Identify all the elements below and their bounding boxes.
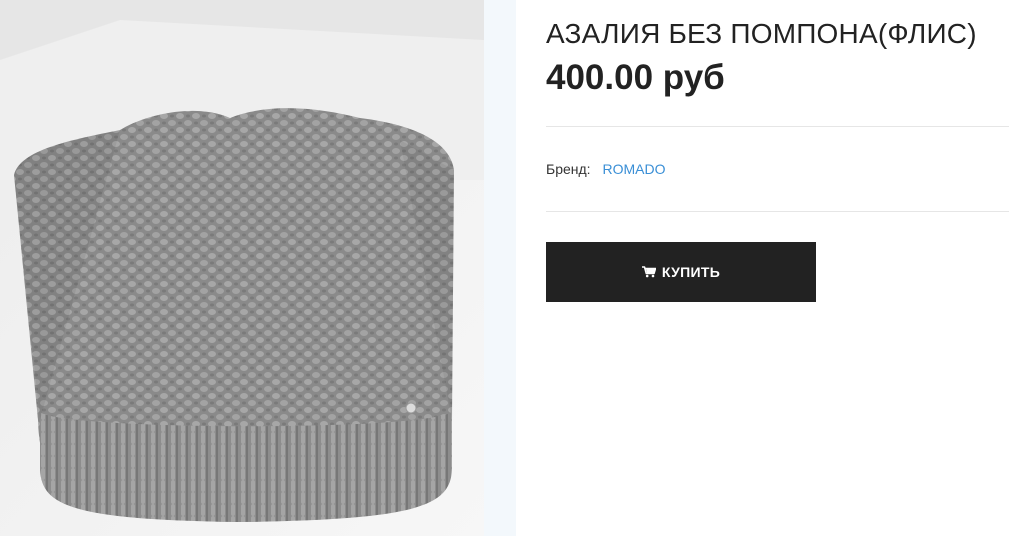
shopping-cart-icon [641,266,656,278]
brand-link[interactable]: ROMADO [602,161,665,177]
product-title: АЗАЛИЯ БЕЗ ПОМПОНА(ФЛИС) [546,18,977,49]
buy-button[interactable]: КУПИТЬ [546,242,816,302]
product-info: АЗАЛИЯ БЕЗ ПОМПОНА(ФЛИС) 400.00 руб Брен… [546,0,1009,536]
brand-row: Бренд: ROMADO [546,161,665,177]
image-side-strip [484,0,516,536]
divider [546,211,1009,212]
product-price: 400.00 руб [546,58,725,97]
brand-label: Бренд: [546,161,591,177]
buy-button-label: КУПИТЬ [661,264,721,280]
divider [546,126,1009,127]
product-image[interactable] [0,0,484,536]
